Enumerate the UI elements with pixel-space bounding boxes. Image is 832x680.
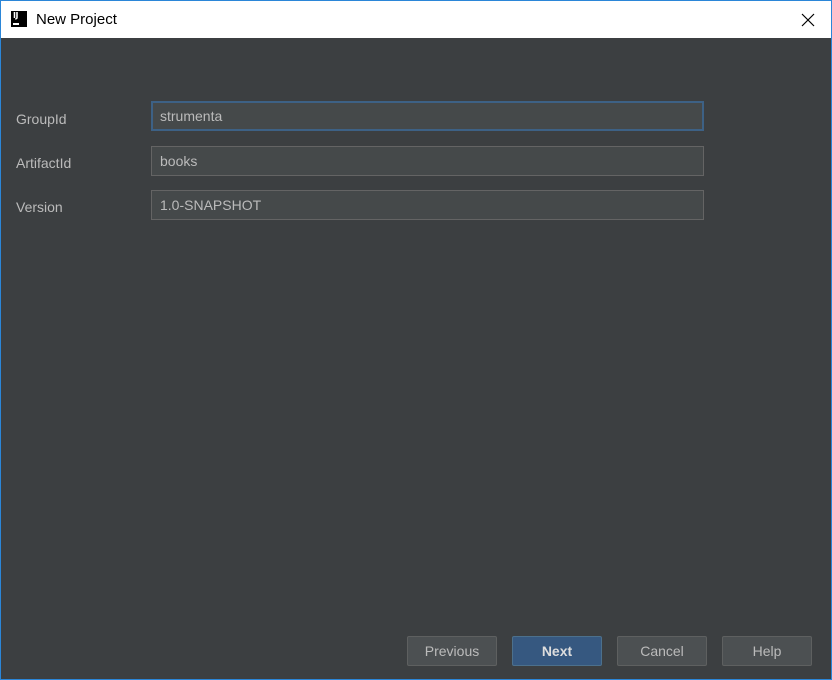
version-input[interactable] bbox=[151, 190, 704, 220]
version-label: Version bbox=[16, 199, 63, 215]
intellij-icon: IJ bbox=[11, 11, 27, 27]
new-project-dialog: IJ New Project GroupId ArtifactId Versio… bbox=[0, 0, 832, 680]
close-icon bbox=[801, 13, 815, 26]
close-button[interactable] bbox=[785, 1, 831, 38]
groupid-label: GroupId bbox=[16, 111, 67, 127]
help-button[interactable]: Help bbox=[722, 636, 812, 666]
artifactid-input[interactable] bbox=[151, 146, 704, 176]
groupid-input[interactable] bbox=[151, 101, 704, 131]
title-bar[interactable]: IJ New Project bbox=[1, 1, 831, 38]
dialog-content: GroupId ArtifactId Version Previous Next… bbox=[1, 38, 831, 679]
previous-button[interactable]: Previous bbox=[407, 636, 497, 666]
next-button[interactable]: Next bbox=[512, 636, 602, 666]
cancel-button[interactable]: Cancel bbox=[617, 636, 707, 666]
window-title: New Project bbox=[36, 11, 117, 28]
artifactid-label: ArtifactId bbox=[16, 155, 72, 171]
